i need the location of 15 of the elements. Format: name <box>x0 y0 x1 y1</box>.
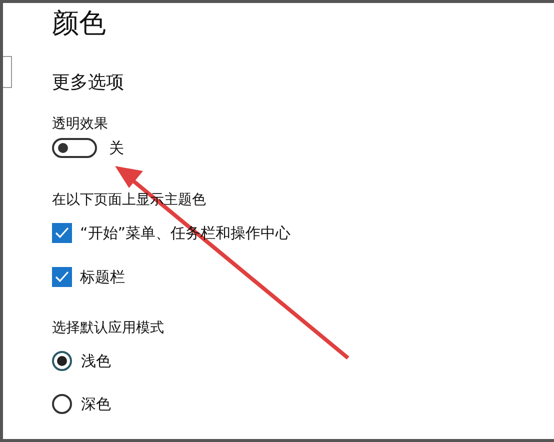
toggle-state: 关 <box>109 138 124 158</box>
checkbox[interactable] <box>52 223 72 243</box>
check-icon <box>55 227 69 239</box>
page-title: 颜色 <box>52 7 107 41</box>
setting-label: 选择默认应用模式 <box>52 319 165 338</box>
radio-button[interactable] <box>52 351 72 371</box>
radio-label: 深色 <box>81 394 111 414</box>
radio-label: 浅色 <box>81 351 111 371</box>
checkbox[interactable] <box>52 267 72 287</box>
toggle-switch[interactable] <box>52 138 97 158</box>
radio-button[interactable] <box>52 394 72 414</box>
checkbox-label: 标题栏 <box>80 267 125 287</box>
section-title: 更多选项 <box>52 71 125 95</box>
setting-label: 透明效果 <box>52 115 109 134</box>
check-icon <box>55 271 69 283</box>
